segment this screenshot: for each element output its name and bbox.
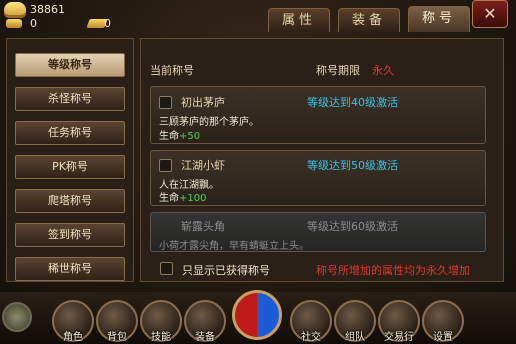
- coin-amount: 0: [30, 17, 37, 30]
- title-card[interactable]: 江湖小虾 等级达到50级激活 人在江湖飘。 生命+100: [150, 150, 486, 206]
- nav-trade-button[interactable]: 交易行: [378, 300, 420, 343]
- current-title-label: 当前称号: [150, 64, 194, 77]
- title-period-value: 永久: [372, 64, 394, 77]
- equip-checkbox[interactable]: [159, 96, 172, 109]
- title-card-locked[interactable]: 崭露头角 等级达到60级激活 小荷才露尖角，早有蜻蜓立上头。: [150, 212, 486, 252]
- title-category-sidebar: 等级称号 杀怪称号 任务称号 PK称号 爬塔称号 签到称号 稀世称号: [6, 38, 134, 282]
- only-owned-label[interactable]: 只显示已获得称号: [182, 262, 270, 278]
- nav-character-button[interactable]: 角色: [52, 300, 94, 343]
- sidebar-item-kill-titles[interactable]: 杀怪称号: [15, 87, 125, 111]
- equip-checkbox[interactable]: [159, 159, 172, 172]
- close-button[interactable]: ✕: [472, 0, 508, 28]
- hp-mp-orb: [232, 290, 282, 340]
- coin-icon: [6, 19, 22, 28]
- title-name: 崭露头角: [181, 220, 225, 233]
- title-condition: 等级达到40级激活: [307, 96, 398, 109]
- only-owned-checkbox[interactable]: [160, 262, 173, 275]
- nav-equipment-button[interactable]: 装备: [184, 300, 226, 343]
- title-period-label: 称号期限: [316, 64, 360, 77]
- title-condition: 等级达到50级激活: [307, 159, 398, 172]
- title-condition: 等级达到60级激活: [307, 220, 398, 233]
- tab-attributes[interactable]: 属性: [268, 8, 330, 32]
- title-stat: 生命+50: [159, 131, 201, 142]
- nav-bag-button[interactable]: 背包: [96, 300, 138, 343]
- sidebar-item-pk-titles[interactable]: PK称号: [15, 155, 125, 179]
- title-name: 初出茅庐: [181, 96, 225, 109]
- title-card[interactable]: 初出茅庐 等级达到40级激活 三顾茅庐的那个茅庐。 生命+50: [150, 86, 486, 144]
- title-name: 江湖小虾: [181, 159, 225, 172]
- sidebar-item-quest-titles[interactable]: 任务称号: [15, 121, 125, 145]
- sidebar-item-level-titles[interactable]: 等级称号: [15, 53, 125, 77]
- title-description: 三顾茅庐的那个茅庐。: [159, 117, 259, 128]
- nav-team-button[interactable]: 组队: [334, 300, 376, 343]
- ingot-amount: 0: [104, 17, 111, 30]
- nav-social-button[interactable]: 社交: [290, 300, 332, 343]
- nav-settings-button[interactable]: 设置: [422, 300, 464, 343]
- chat-icon[interactable]: [2, 302, 32, 332]
- tab-equipment[interactable]: 装备: [338, 8, 400, 32]
- sidebar-item-signin-titles[interactable]: 签到称号: [15, 223, 125, 247]
- title-stat: 生命+100: [159, 193, 207, 204]
- gold-amount: 38861: [30, 3, 65, 16]
- close-icon: ✕: [483, 4, 497, 23]
- gold-icon: [4, 2, 26, 18]
- sidebar-item-rare-titles[interactable]: 稀世称号: [15, 257, 125, 281]
- title-description: 小荷才露尖角，早有蜻蜓立上头。: [159, 241, 309, 252]
- tab-titles[interactable]: 称号: [408, 6, 470, 32]
- permanent-bonus-note: 称号所增加的属性均为永久增加: [316, 264, 470, 277]
- sidebar-item-tower-titles[interactable]: 爬塔称号: [15, 189, 125, 213]
- nav-skills-button[interactable]: 技能: [140, 300, 182, 343]
